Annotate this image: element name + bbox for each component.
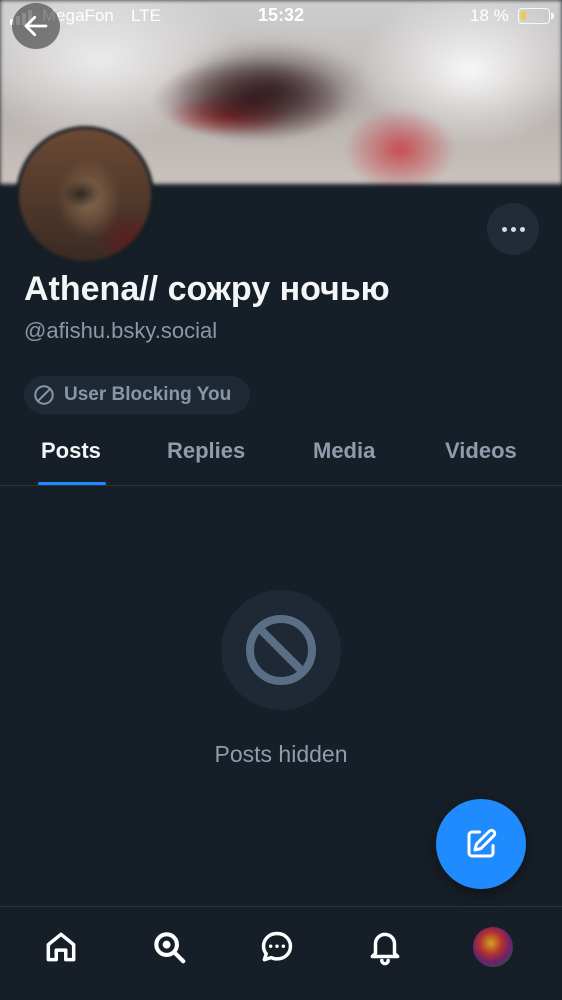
empty-state-icon-container (221, 590, 341, 710)
back-button[interactable] (12, 3, 60, 49)
profile-tabs: Posts Replies Media Videos (0, 430, 562, 486)
profile-avatar[interactable] (16, 126, 154, 264)
nav-chat[interactable] (257, 927, 297, 967)
battery-icon (518, 8, 554, 24)
tab-media[interactable]: Media (313, 438, 375, 464)
compose-icon (467, 828, 497, 858)
status-bar: MegaFon LTE 15:32 18 % (0, 0, 562, 32)
circle-slash-icon (34, 385, 54, 405)
search-icon (154, 932, 186, 964)
arrow-left-icon (24, 15, 48, 37)
nav-search[interactable] (149, 927, 189, 967)
display-name: Athena// сожру ночью (24, 270, 390, 308)
battery-level (521, 11, 526, 20)
bottom-navigation (0, 906, 562, 1000)
bell-icon (370, 932, 400, 966)
user-handle: @afishu.bsky.social (24, 318, 218, 343)
home-icon (46, 932, 76, 962)
tab-replies[interactable]: Replies (167, 438, 245, 464)
chat-icon (261, 931, 293, 962)
active-tab-indicator (38, 482, 106, 485)
blocking-status-label: User Blocking You (64, 384, 232, 405)
tab-videos[interactable]: Videos (445, 438, 517, 464)
profile-avatar-icon (473, 927, 513, 967)
more-options-button[interactable] (487, 203, 539, 255)
block-icon (246, 615, 316, 685)
empty-state-message: Posts hidden (214, 741, 348, 767)
ellipsis-icon (501, 226, 507, 232)
battery-percent: 18 % (470, 6, 509, 25)
compose-post-button[interactable] (436, 799, 526, 889)
tab-posts[interactable]: Posts (41, 438, 101, 464)
nav-notifications[interactable] (365, 927, 405, 967)
blocking-status-badge[interactable]: User Blocking You (24, 376, 250, 414)
nav-profile[interactable] (473, 927, 513, 967)
nav-home[interactable] (41, 927, 81, 967)
